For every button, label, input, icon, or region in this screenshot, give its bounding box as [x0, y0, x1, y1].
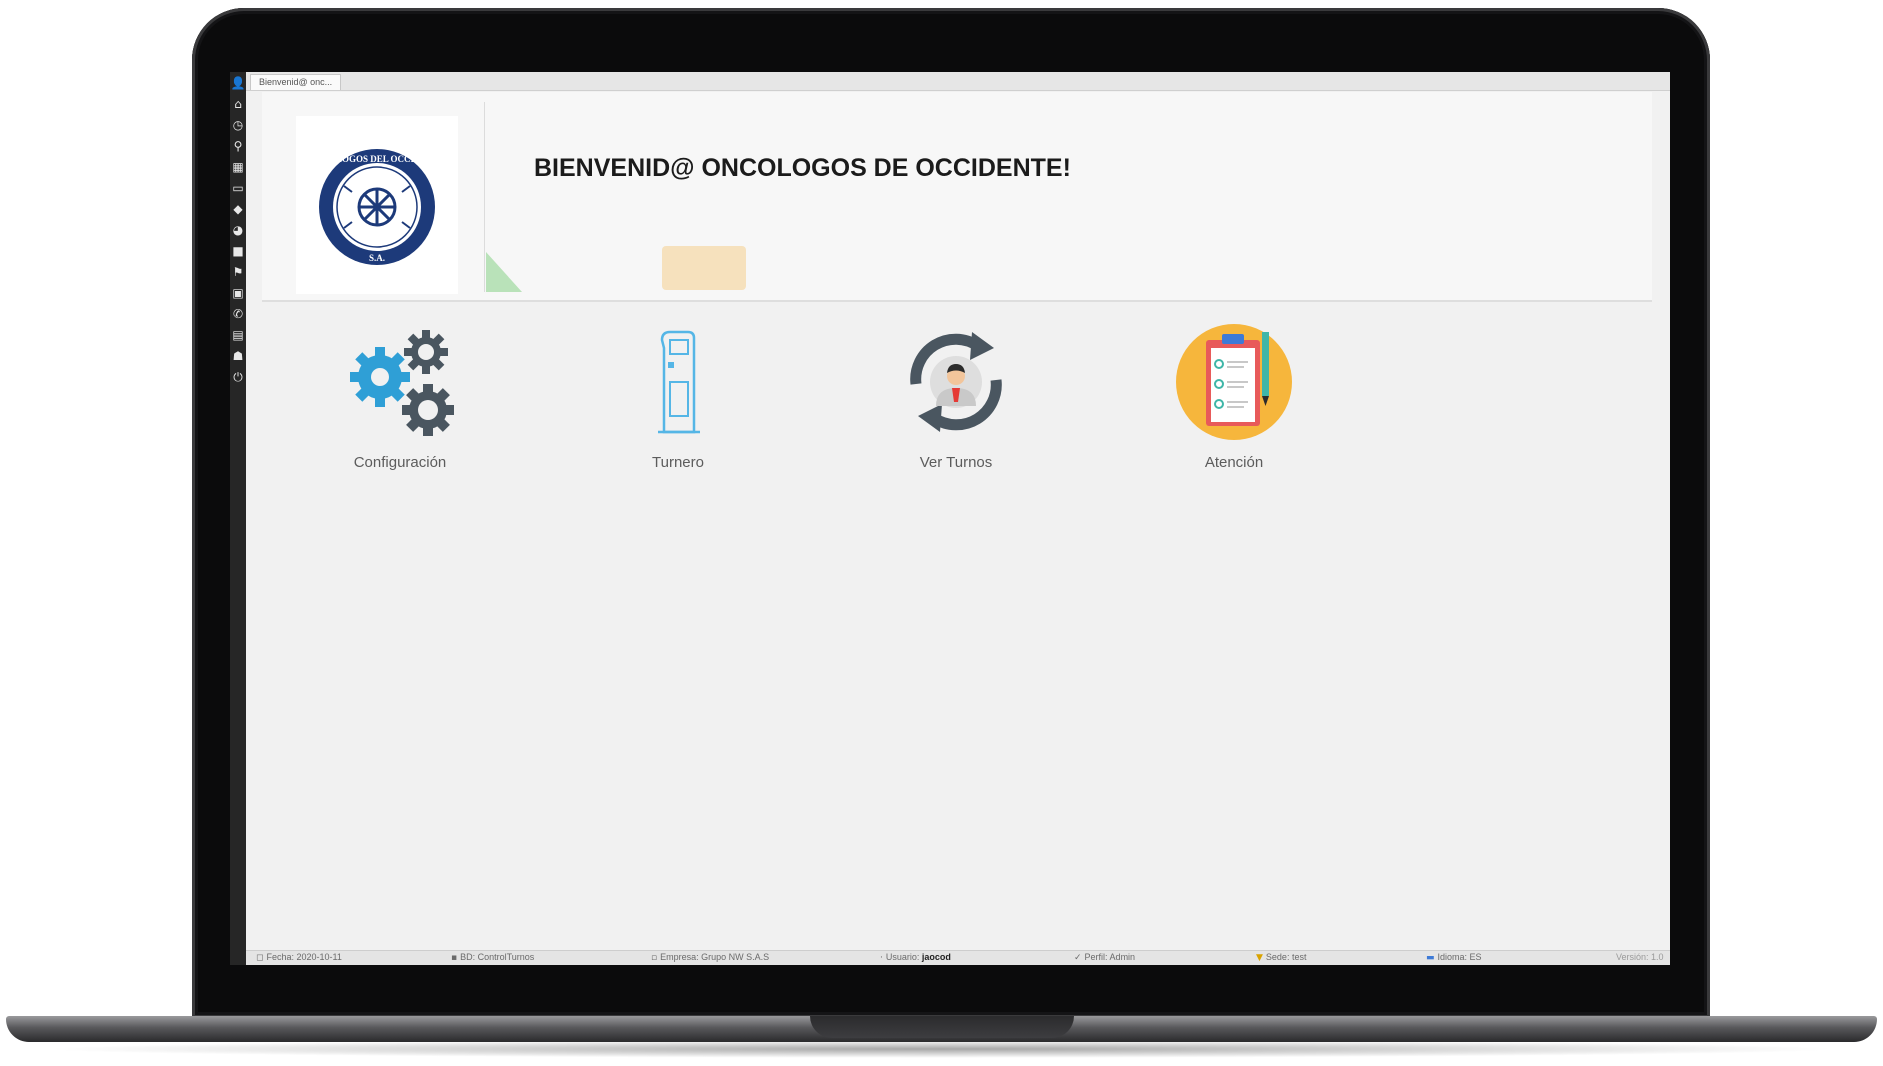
tab-welcome[interactable]: Bienvenid@ onc...: [250, 74, 342, 90]
pie-chart-icon[interactable]: ◕: [233, 223, 243, 238]
tile-label-turnero: Turnero: [652, 454, 704, 471]
logo-divider: [484, 102, 485, 292]
power-icon[interactable]: ⏻: [233, 370, 243, 385]
gears-icon: [340, 322, 460, 442]
status-sede-text: Sede: test: [1265, 952, 1307, 962]
queue-refresh-icon: [896, 322, 1016, 442]
phone-icon[interactable]: ✆: [233, 307, 243, 322]
status-fecha-text: Fecha: 2020-10-11: [266, 952, 342, 962]
user-status-icon: ·: [880, 953, 883, 963]
language-icon: ▬: [1426, 953, 1435, 963]
logo-text-bottom: S.A.: [369, 253, 385, 263]
app-screen: 👤 ⌂ ◷ ⚲ ▦ ▭ ◆ ◕ ■ ⚑ ▣ ✆ ▤ ☗ ⏻ Bienvenid@…: [230, 72, 1670, 965]
tile-atencion[interactable]: Atención: [1134, 322, 1314, 492]
chat-icon[interactable]: ▭: [232, 181, 243, 196]
status-bd: ▪ BD: ControlTurnos: [451, 952, 534, 963]
laptop-shadow: [40, 1040, 1843, 1058]
welcome-title: BIENVENID@ ONCOLOGOS DE OCCIDENTE!: [534, 154, 1071, 182]
tab-bar: Bienvenid@ onc...: [246, 72, 1670, 91]
grid-icon[interactable]: ■: [232, 244, 243, 259]
decorative-shape-green: [486, 252, 522, 292]
calculator-icon[interactable]: ▦: [232, 160, 243, 175]
home-icon[interactable]: ⌂: [234, 97, 242, 112]
contact-icon[interactable]: ▣: [232, 286, 243, 301]
tile-configuracion[interactable]: Configuración: [300, 322, 480, 492]
tile-label-atencion: Atención: [1204, 454, 1264, 471]
clipboard-icon: [1174, 322, 1294, 442]
tag-icon[interactable]: ◆: [233, 202, 242, 217]
status-empresa-text: Empresa: Grupo NW S.A.S: [660, 952, 770, 962]
status-version: Versión: 1.0: [1616, 952, 1664, 962]
status-usuario: · Usuario: jaocod: [880, 952, 951, 963]
welcome-panel: ONCOLOGOS DEL OCCIDENTE S.A. BIENVENID@ …: [262, 92, 1652, 302]
laptop-notch: [810, 1016, 1074, 1038]
database-icon: ▪: [451, 953, 458, 963]
status-usuario-value: jaocod: [921, 952, 951, 962]
status-perfil-text: Perfil: Admin: [1084, 952, 1136, 962]
tile-ver-turnos[interactable]: Ver Turnos: [856, 322, 1036, 492]
status-sede: ▼ Sede: test: [1256, 952, 1306, 963]
location-icon: ▼: [1256, 953, 1263, 963]
status-bd-text: BD: ControlTurnos: [460, 952, 535, 962]
tile-turnero[interactable]: Turnero: [578, 322, 758, 492]
profile-icon: ✓: [1074, 953, 1082, 963]
status-perfil: ✓ Perfil: Admin: [1074, 952, 1135, 963]
flag-icon[interactable]: ⚑: [233, 265, 244, 280]
clock-icon[interactable]: ◷: [233, 118, 243, 133]
left-sidebar: 👤 ⌂ ◷ ⚲ ▦ ▭ ◆ ◕ ■ ⚑ ▣ ✆ ▤ ☗ ⏻: [230, 72, 246, 965]
status-fecha: ◻ Fecha: 2020-10-11: [256, 952, 342, 963]
calendar-icon: ◻: [256, 953, 264, 963]
status-idioma: ▬ Idioma: ES: [1426, 952, 1482, 963]
id-card-icon[interactable]: ▤: [232, 328, 243, 343]
status-empresa: ▫ Empresa: Grupo NW S.A.S: [651, 952, 769, 963]
tile-label-ver-turnos: Ver Turnos: [919, 454, 993, 471]
search-icon[interactable]: ⚲: [234, 139, 243, 154]
logo-text-top: ONCOLOGOS DEL OCCIDENTE: [309, 154, 445, 164]
status-usuario-label: Usuario:: [885, 952, 920, 962]
kiosk-icon: [618, 322, 738, 442]
company-icon: ▫: [651, 953, 658, 963]
tile-label-configuracion: Configuración: [353, 454, 447, 471]
status-idioma-text: Idioma: ES: [1437, 952, 1482, 962]
user-icon[interactable]: 👤: [231, 76, 246, 91]
person-icon[interactable]: ☗: [233, 349, 244, 364]
decorative-shape-orange: [662, 246, 746, 290]
company-logo: ONCOLOGOS DEL OCCIDENTE S.A.: [296, 116, 458, 294]
status-bar: ◻ Fecha: 2020-10-11 ▪ BD: ControlTurnos ▫ E…: [246, 950, 1670, 965]
